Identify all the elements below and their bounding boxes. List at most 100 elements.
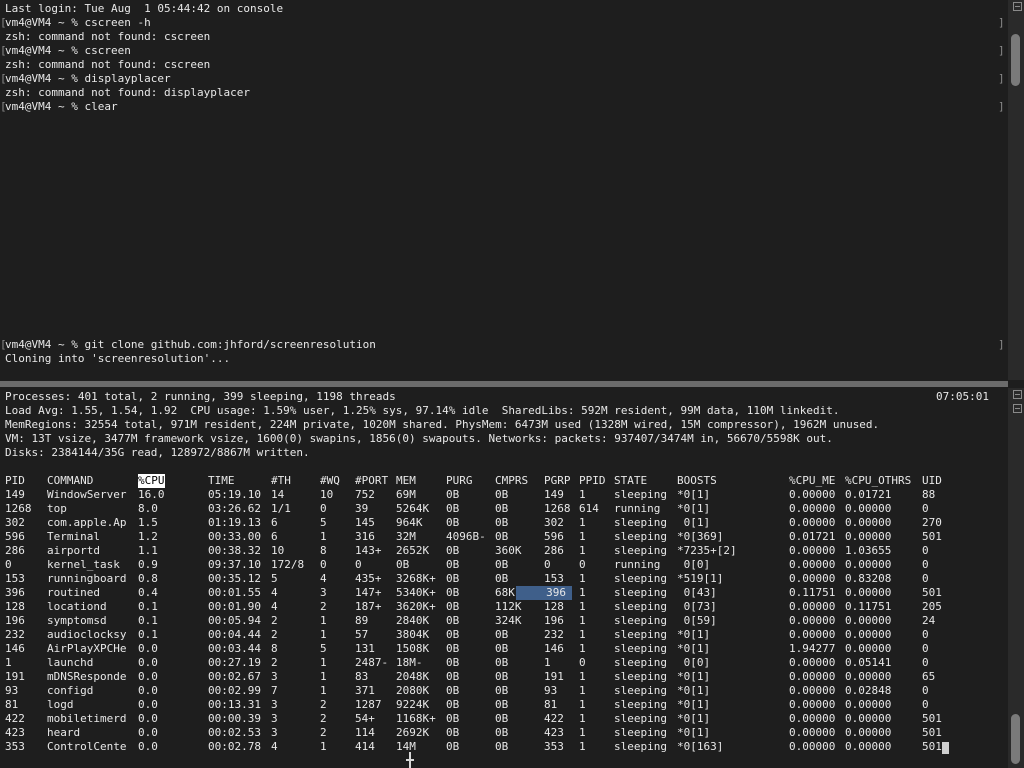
table-cell: 0.83208 [845,572,892,585]
scrollbar-thumb[interactable] [1011,34,1020,86]
table-cell: 0.00000 [845,516,892,529]
table-cell: 147+ [355,586,382,599]
pane-divider[interactable] [0,381,1008,387]
table-cell: 3 [271,712,278,725]
column-header[interactable]: PID [5,474,25,488]
table-cell: *0[1] [677,502,711,515]
table-cell: 0.00000 [789,614,836,627]
table-cell: 18M- [396,656,423,669]
table-cell: 1 [579,642,586,655]
table-cell: 2 [320,698,327,711]
table-cell: 1.03655 [845,544,892,557]
table-cell: 4 [271,740,278,753]
table-cell: 00:03.44 [208,642,261,655]
column-header[interactable]: #PORT [355,474,388,488]
summary-line: Disks: 2384144/35G read, 128972/8867M wr… [5,446,310,459]
table-cell: 0[0] [677,558,711,571]
top-monitor-pane[interactable]: Processes: 401 total, 2 running, 399 sle… [0,390,1008,768]
table-cell: 149 [5,488,25,501]
column-header[interactable]: #TH [271,474,291,488]
table-cell: sleeping [614,698,667,711]
table-cell: 0B [446,656,460,669]
table-cell: 0 [922,572,929,585]
table-cell: 1 [579,600,586,613]
table-cell: 0B [495,712,509,725]
column-header[interactable]: %CPU_ME [789,474,835,488]
table-cell: 596 [544,530,564,543]
table-cell: 0 [922,558,929,571]
table-cell: 0 [922,502,929,515]
table-cell: 0.1 [138,628,158,641]
table-cell: *0[1] [677,628,711,641]
table-cell: 360K [495,544,522,557]
table-cell: 0.11751 [845,600,892,613]
table-cell: 396 [516,586,572,600]
column-header[interactable]: PPID [579,474,606,488]
table-cell: 00:02.78 [208,740,261,753]
table-cell: 0.00000 [845,628,892,641]
table-cell: 0 [320,558,327,571]
table-cell: sleeping [614,628,667,641]
terminal-line: vm4@VM4 ~ % clear [5,100,118,113]
table-cell: 0 [922,684,929,697]
table-cell: 6 [271,516,278,529]
top-scrollbar[interactable] [1008,0,1024,380]
column-header[interactable]: PURG [446,474,473,488]
bottom-scrollbar[interactable] [1008,388,1024,768]
table-cell: 501 [922,726,942,739]
table-cell: 1.1 [138,544,158,557]
table-cell: runningboard [47,572,127,585]
table-cell: 0.0 [138,726,158,739]
table-cell: running [614,502,661,515]
table-cell: 0.9 [138,558,158,571]
table-cell: 1.2 [138,530,158,543]
table-cell: 614 [579,502,599,515]
table-cell: 1 [579,740,586,753]
column-header[interactable]: BOOSTS [677,474,717,488]
scrollbar-thumb[interactable] [1011,714,1020,764]
column-header[interactable]: CMPRS [495,474,528,488]
table-cell: 00:33.00 [208,530,261,543]
split-pane-icon[interactable] [1013,2,1022,11]
table-cell: sleeping [614,642,667,655]
table-cell: 2 [271,628,278,641]
table-cell: 232 [5,628,25,641]
table-cell: locationd [47,600,107,613]
column-header[interactable]: PGRP [544,474,571,488]
column-header[interactable]: TIME [208,474,235,488]
column-header[interactable]: %CPU [138,474,165,488]
table-cell: 00:38.32 [208,544,261,557]
top-terminal-pane[interactable]: Last login: Tue Aug 1 05:44:42 on consol… [0,0,1008,380]
table-cell: 1 [579,684,586,697]
table-cell: 0.00000 [845,698,892,711]
table-cell: 0[59] [677,614,717,627]
split-pane-icon[interactable] [1013,390,1022,399]
table-cell: 0B [446,614,460,627]
table-cell: 4 [320,572,327,585]
table-cell: 0 [320,502,327,515]
table-cell: 371 [355,684,375,697]
column-header[interactable]: %CPU_OTHRS [845,474,911,488]
table-cell: 0.00000 [845,740,892,753]
terminal-line: zsh: command not found: displayplacer [5,86,251,99]
terminal-line: vm4@VM4 ~ % cscreen -h [5,16,151,29]
table-cell: 501 [922,712,942,725]
column-header[interactable]: UID [922,474,942,488]
table-cell: 0[1] [677,516,711,529]
summary-line: MemRegions: 32554 total, 971M resident, … [5,418,880,431]
table-cell: 752 [355,488,375,501]
table-cell: 0 [922,698,929,711]
split-pane-icon[interactable] [1013,404,1022,413]
table-cell: 1 [5,656,12,669]
table-cell: 8.0 [138,502,158,515]
column-header[interactable]: MEM [396,474,416,488]
column-header[interactable]: #WQ [320,474,340,488]
table-cell: 0.00000 [789,502,836,515]
column-header[interactable]: STATE [614,474,647,488]
table-cell: 00:35.12 [208,572,261,585]
table-cell: 1287 [355,698,382,711]
table-cell: 153 [5,572,25,585]
table-cell: Terminal [47,530,100,543]
column-header[interactable]: COMMAND [47,474,93,488]
table-cell: 5340K+ [396,586,436,599]
